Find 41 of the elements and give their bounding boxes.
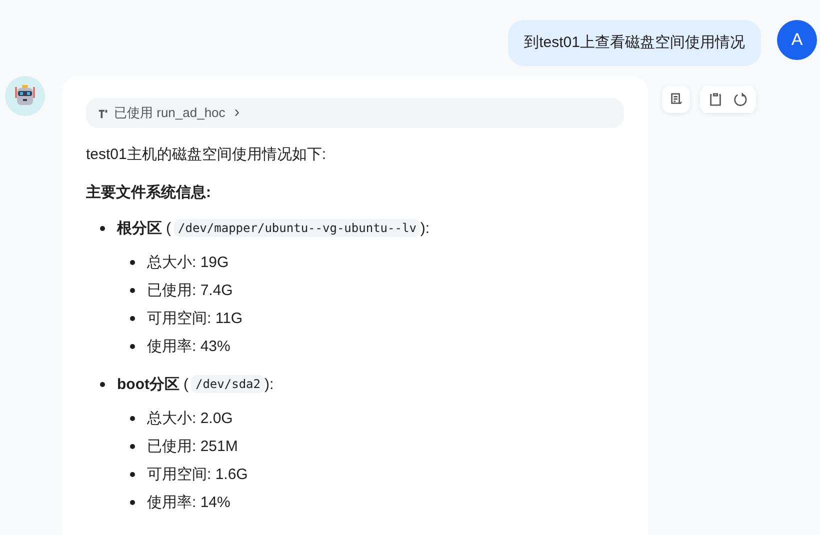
paren-text: ( (183, 376, 188, 392)
device-path: /dev/mapper/ubuntu--vg-ubuntu--lv (174, 219, 420, 237)
copy-button[interactable] (703, 86, 728, 113)
detail-text: 已使用: 251M (147, 436, 238, 456)
detail-text: 总大小: 2.0G (147, 408, 233, 428)
paren-text: ): (264, 376, 274, 392)
partition-name: 根分区 (117, 218, 162, 238)
bullet-icon (100, 226, 105, 230)
bullet-icon (130, 316, 135, 320)
user-message: 到test01上查看磁盘空间使用情况 (508, 20, 761, 66)
chevron-icon: › (234, 104, 240, 122)
robot-avatar-icon (5, 76, 45, 116)
document-button[interactable] (662, 86, 690, 113)
paren-text: ): (420, 220, 430, 236)
bullet-icon (130, 344, 135, 348)
bullet-icon (130, 260, 135, 264)
paren-text: ( (166, 220, 171, 236)
detail-text: 已使用: 7.4G (147, 280, 233, 300)
intro-text: test01主机的磁盘空间使用情况如下: (86, 145, 328, 165)
detail-text: 总大小: 19G (147, 252, 229, 272)
refresh-button[interactable] (728, 86, 753, 113)
tool-label: 已使用 run_ad_hoc (114, 104, 226, 122)
user-avatar: A (777, 20, 817, 60)
bullet-icon (100, 382, 105, 386)
bullet-icon (130, 416, 135, 420)
bullet-icon (130, 500, 135, 504)
bullet-icon (130, 288, 135, 292)
bullet-icon (130, 444, 135, 448)
section-heading: 主要文件系统信息: (86, 182, 212, 203)
tool-icon (98, 108, 109, 118)
bullet-icon (130, 472, 135, 476)
detail-text: 可用空间: 1.6G (147, 464, 248, 484)
tool-usage-chip[interactable]: 已使用 run_ad_hoc › (86, 98, 624, 128)
refresh-icon (733, 92, 748, 107)
partition-name: boot分区 (117, 374, 180, 394)
device-path: /dev/sda2 (191, 375, 265, 393)
detail-text: 使用率: 14% (147, 492, 230, 512)
detail-text: 可用空间: 11G (147, 308, 243, 328)
detail-text: 使用率: 43% (147, 336, 230, 356)
clipboard-icon (708, 92, 723, 107)
document-icon (668, 92, 684, 107)
